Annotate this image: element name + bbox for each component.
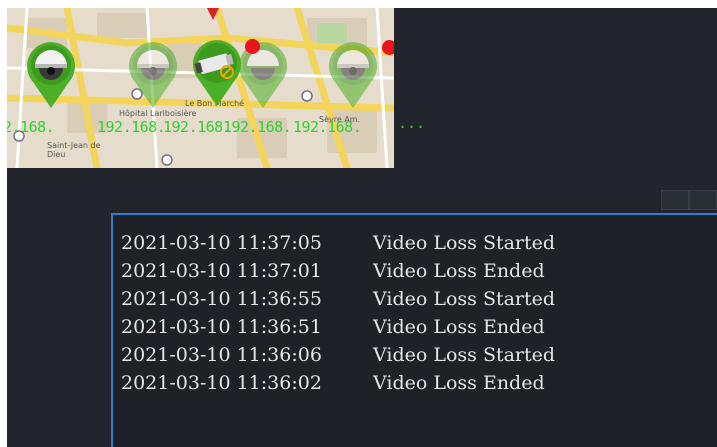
camera-labels: 2.168. 192.168. 192.168. 192.168. 192.16… <box>7 118 394 140</box>
event-description: Video Loss Started <box>373 344 556 366</box>
event-log-list: 2021-03-10 11:37:05 Video Loss Started 202… <box>121 229 555 397</box>
event-description: Video Loss Ended <box>373 372 545 394</box>
camera-label[interactable]: 192.168. <box>223 118 292 136</box>
event-timestamp: 2021-03-10 11:36:55 <box>121 288 322 310</box>
camera-marker[interactable] <box>123 38 183 110</box>
event-log-row[interactable]: 2021-03-10 11:37:01 Video Loss Ended <box>121 257 555 285</box>
camera-marker[interactable] <box>323 38 383 110</box>
dome-camera-icon <box>329 42 377 109</box>
event-log-panel[interactable]: 2021-03-10 11:37:05 Video Loss Started 202… <box>111 213 717 447</box>
event-log-row[interactable]: 2021-03-10 11:36:55 Video Loss Started <box>121 285 555 313</box>
alarm-badge-icon <box>382 40 394 55</box>
dome-camera-icon <box>129 42 177 109</box>
camera-label[interactable]: 2.168. <box>7 118 55 136</box>
camera-label[interactable]: 192.168. <box>293 118 362 136</box>
event-description: Video Loss Ended <box>373 316 545 338</box>
event-timestamp: 2021-03-10 11:36:51 <box>121 316 322 338</box>
dome-camera-icon <box>27 42 75 109</box>
event-description: Video Loss Started <box>373 232 556 254</box>
event-timestamp: 2021-03-10 11:36:06 <box>121 344 322 366</box>
camera-marker[interactable] <box>21 38 81 110</box>
app-window: Hôpital Lariboisière Le Bon Marché Saint… <box>7 8 717 447</box>
event-description: Video Loss Started <box>373 288 556 310</box>
event-log-row[interactable]: 2021-03-10 11:36:02 Video Loss Ended <box>121 369 555 397</box>
camera-marker[interactable] <box>187 36 247 108</box>
event-log-row[interactable]: 2021-03-10 11:36:06 Video Loss Started <box>121 341 555 369</box>
camera-label[interactable]: 192.168. <box>97 118 166 136</box>
event-description: Video Loss Ended <box>373 260 545 282</box>
bullet-camera-disabled-icon <box>193 40 241 107</box>
camera-label-overflow: ··· <box>398 118 426 136</box>
event-log-row[interactable]: 2021-03-10 11:36:51 Video Loss Ended <box>121 313 555 341</box>
panel-toolbar-button[interactable] <box>661 190 689 210</box>
map-place-label: Saint-Jean de Dieu <box>47 141 101 159</box>
camera-label[interactable]: 192.168. <box>163 118 232 136</box>
panel-toolbar-button[interactable] <box>689 190 717 210</box>
event-timestamp: 2021-03-10 11:37:05 <box>121 232 322 254</box>
event-timestamp: 2021-03-10 11:37:01 <box>121 260 322 282</box>
alarm-badge-icon <box>245 39 260 54</box>
map-view[interactable]: Hôpital Lariboisière Le Bon Marché Saint… <box>7 8 394 168</box>
event-timestamp: 2021-03-10 11:36:02 <box>121 372 322 394</box>
event-log-row[interactable]: 2021-03-10 11:37:05 Video Loss Started <box>121 229 555 257</box>
map-place-label: Hôpital Lariboisière <box>119 109 197 118</box>
